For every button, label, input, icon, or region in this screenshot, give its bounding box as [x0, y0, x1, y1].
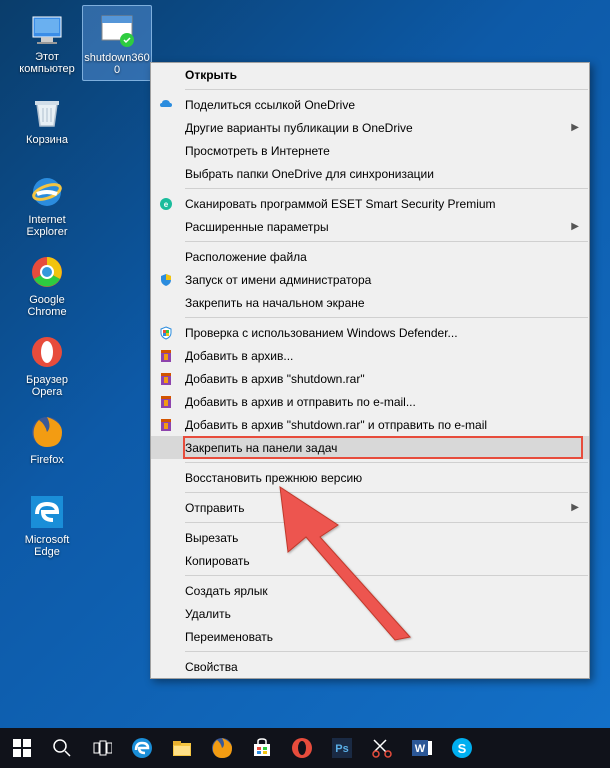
taskbar: Ps W S — [0, 728, 610, 768]
menu-item-open[interactable]: Открыть — [151, 63, 589, 86]
rar-icon — [151, 348, 181, 364]
start-button[interactable] — [2, 728, 42, 768]
desktop-icon-edge[interactable]: MicrosoftEdge — [12, 488, 82, 562]
rar-icon — [151, 394, 181, 410]
desktop-icon-label: Firefox — [30, 454, 64, 466]
desktop-icon-opera[interactable]: БраузерOpera — [12, 328, 82, 402]
shield-icon — [151, 272, 181, 288]
search-button[interactable] — [42, 728, 82, 768]
taskbar-photoshop[interactable]: Ps — [322, 728, 362, 768]
recycle-bin-icon — [27, 92, 67, 132]
desktop-icon-label: shutdown3600 — [84, 52, 149, 76]
menu-item-add-to-archive[interactable]: Добавить в архив... — [151, 344, 589, 367]
menu-item-onedrive-other[interactable]: Другие варианты публикации в OneDrive▶ — [151, 116, 589, 139]
cloud-icon — [151, 97, 181, 113]
taskbar-edge[interactable] — [122, 728, 162, 768]
taskview-button[interactable] — [82, 728, 122, 768]
menu-item-pin-to-taskbar[interactable]: Закрепить на панели задач — [151, 436, 589, 459]
menu-divider — [185, 188, 588, 189]
taskbar-opera[interactable] — [282, 728, 322, 768]
taskbar-explorer[interactable] — [162, 728, 202, 768]
svg-text:S: S — [458, 741, 467, 756]
desktop-icon-label: MicrosoftEdge — [25, 534, 70, 558]
desktop-icon-label: InternetExplorer — [27, 214, 68, 238]
menu-item-file-location[interactable]: Расположение файла — [151, 245, 589, 268]
svg-text:Ps: Ps — [335, 743, 348, 755]
pc-icon — [27, 9, 67, 49]
menu-divider — [185, 651, 588, 652]
opera-icon — [27, 332, 67, 372]
menu-item-defender-scan[interactable]: Проверка с использованием Windows Defend… — [151, 321, 589, 344]
menu-divider — [185, 522, 588, 523]
desktop-icon-firefox[interactable]: Firefox — [12, 408, 82, 470]
menu-divider — [185, 317, 588, 318]
desktop[interactable]: Этоткомпьютер shutdown3600 Корзина Inter… — [0, 0, 610, 728]
desktop-icon-label: GoogleChrome — [27, 294, 66, 318]
menu-item-add-to-shutdown-rar[interactable]: Добавить в архив "shutdown.rar" — [151, 367, 589, 390]
chevron-right-icon: ▶ — [571, 122, 579, 133]
context-menu: Открыть Поделиться ссылкой OneDrive Друг… — [150, 62, 590, 679]
ie-icon — [27, 172, 67, 212]
chrome-icon — [27, 252, 67, 292]
desktop-icon-label: Этоткомпьютер — [19, 51, 74, 75]
chevron-right-icon: ▶ — [571, 221, 579, 232]
menu-item-delete[interactable]: Удалить — [151, 602, 589, 625]
taskbar-store[interactable] — [242, 728, 282, 768]
menu-divider — [185, 89, 588, 90]
menu-divider — [185, 575, 588, 576]
taskbar-word[interactable]: W — [402, 728, 442, 768]
rar-icon — [151, 417, 181, 433]
menu-item-onedrive-share[interactable]: Поделиться ссылкой OneDrive — [151, 93, 589, 116]
menu-item-restore-previous[interactable]: Восстановить прежнюю версию — [151, 466, 589, 489]
taskbar-snipping[interactable] — [362, 728, 402, 768]
menu-item-shutdown-rar-email[interactable]: Добавить в архив "shutdown.rar" и отправ… — [151, 413, 589, 436]
menu-divider — [185, 241, 588, 242]
window-icon — [97, 10, 137, 50]
edge-icon — [27, 492, 67, 532]
menu-divider — [185, 492, 588, 493]
menu-item-archive-and-email[interactable]: Добавить в архив и отправить по e-mail..… — [151, 390, 589, 413]
menu-divider — [185, 462, 588, 463]
svg-text:e: e — [164, 200, 169, 209]
desktop-icon-label: Корзина — [26, 134, 68, 146]
menu-item-eset-scan[interactable]: eСканировать программой ESET Smart Secur… — [151, 192, 589, 215]
rar-icon — [151, 371, 181, 387]
menu-item-create-shortcut[interactable]: Создать ярлык — [151, 579, 589, 602]
desktop-icon-ie[interactable]: InternetExplorer — [12, 168, 82, 242]
menu-item-pin-to-start[interactable]: Закрепить на начальном экране — [151, 291, 589, 314]
menu-item-view-online[interactable]: Просмотреть в Интернете — [151, 139, 589, 162]
chevron-right-icon: ▶ — [571, 502, 579, 513]
desktop-icon-this-pc[interactable]: Этоткомпьютер — [12, 5, 82, 79]
svg-text:W: W — [415, 743, 426, 755]
menu-item-run-as-admin[interactable]: Запуск от имени администратора — [151, 268, 589, 291]
desktop-icon-recycle-bin[interactable]: Корзина — [12, 88, 82, 150]
taskbar-skype[interactable]: S — [442, 728, 482, 768]
eset-icon: e — [151, 196, 181, 212]
menu-item-cut[interactable]: Вырезать — [151, 526, 589, 549]
menu-item-advanced-params[interactable]: Расширенные параметры▶ — [151, 215, 589, 238]
menu-item-send-to[interactable]: Отправить▶ — [151, 496, 589, 519]
menu-item-properties[interactable]: Свойства — [151, 655, 589, 678]
menu-item-onedrive-sync-folders[interactable]: Выбрать папки OneDrive для синхронизации — [151, 162, 589, 185]
firefox-icon — [27, 412, 67, 452]
desktop-icon-chrome[interactable]: GoogleChrome — [12, 248, 82, 322]
desktop-icon-label: БраузерOpera — [26, 374, 68, 398]
taskbar-firefox[interactable] — [202, 728, 242, 768]
menu-item-rename[interactable]: Переименовать — [151, 625, 589, 648]
desktop-icon-shutdown3600[interactable]: shutdown3600 — [82, 5, 152, 81]
defender-icon — [151, 325, 181, 341]
menu-item-copy[interactable]: Копировать — [151, 549, 589, 572]
